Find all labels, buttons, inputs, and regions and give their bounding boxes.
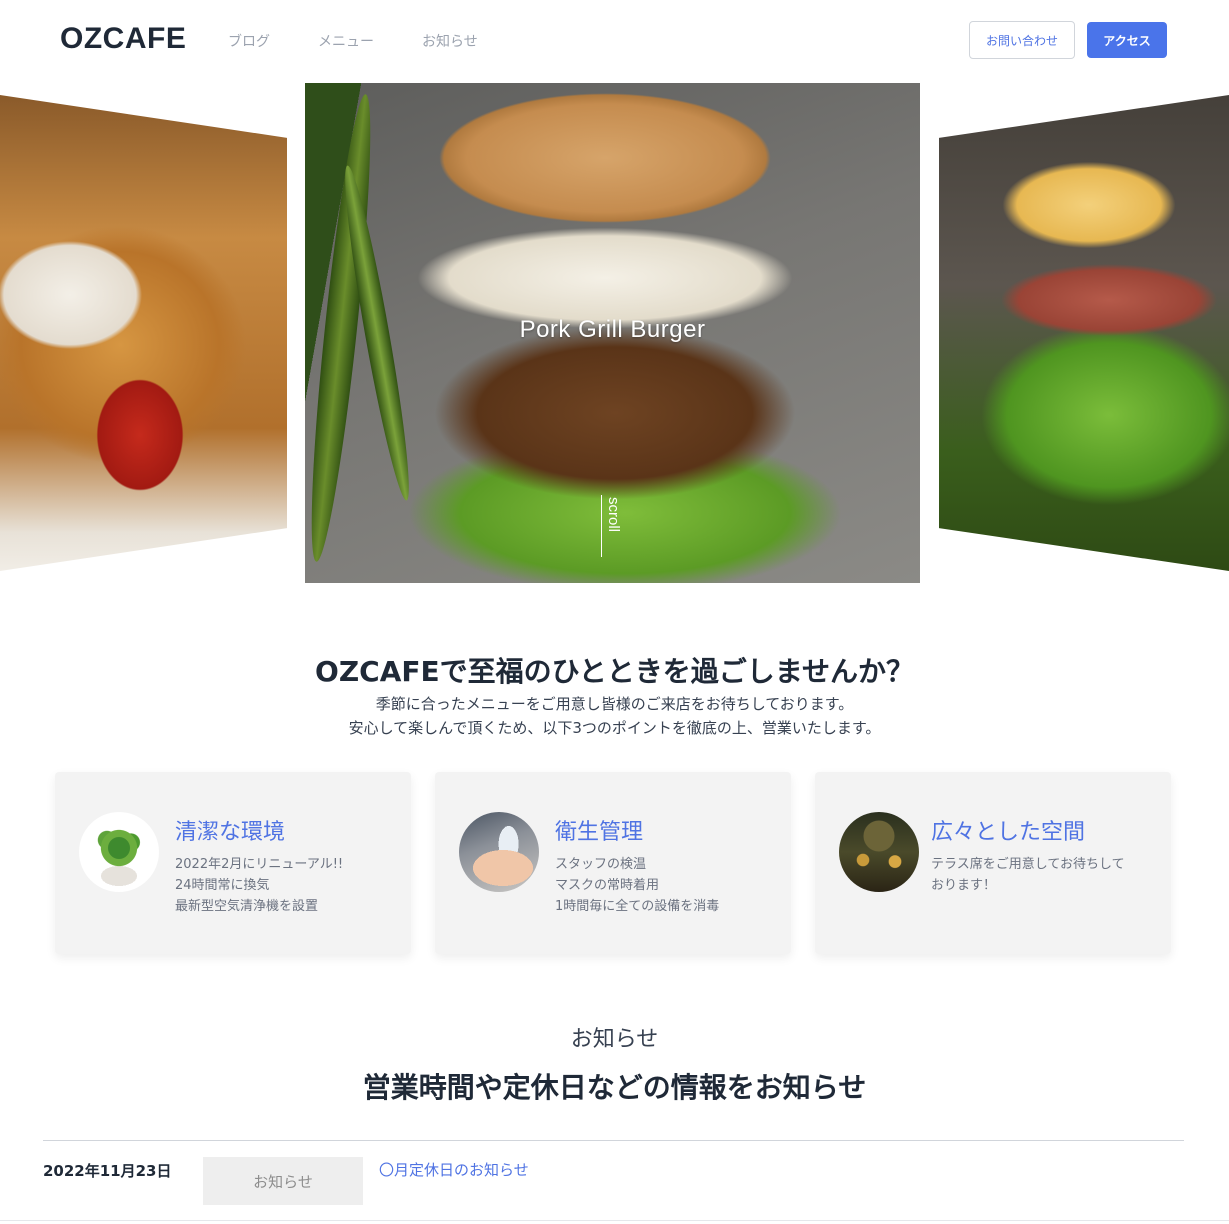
hand-sanitizer-photo-icon (459, 812, 539, 892)
news-section-heading: 営業時間や定休日などの情報をお知らせ (362, 1071, 867, 1104)
divider (0, 1220, 1229, 1221)
card-line: 2022年2月にリニューアル!! (175, 857, 344, 872)
scroll-indicator[interactable]: scroll (598, 495, 628, 565)
news-category-badge[interactable]: お知らせ (203, 1157, 363, 1205)
card-line: おります！ (931, 878, 997, 893)
card-line: マスクの常時着用 (555, 878, 660, 893)
carousel-slide-active[interactable]: Pork Grill Burger scroll (300, 83, 920, 583)
feature-card-space: 広々とした空間 テラス席をご用意してお待ちして おります！ (815, 772, 1171, 954)
feature-card-clean: 清潔な環境 2022年2月にリニューアル!! 24時間常に換気 最新型空気清浄機… (55, 772, 411, 954)
card-line: 24時間常に換気 (175, 878, 270, 893)
card-line: スタッフの検温 (555, 857, 647, 872)
news-date: 2022年11月23日 (43, 1162, 172, 1180)
main-nav: ブログ メニュー お知らせ (228, 31, 526, 51)
card-title: 衛生管理 (555, 820, 644, 845)
scroll-label: scroll (605, 497, 622, 533)
card-description: スタッフの検温 マスクの常時着用 1時間毎に全ての設備を消毒 (555, 854, 719, 917)
feature-card-hygiene: 衛生管理 スタッフの検温 マスクの常時着用 1時間毎に全ての設備を消毒 (435, 772, 791, 954)
site-logo[interactable]: OZCAFE (60, 22, 186, 56)
hero-carousel: Pork Grill Burger scroll (0, 83, 1229, 583)
intro-line: 季節に合ったメニューをご用意し皆様のご来店をお待ちしております。 (375, 695, 854, 713)
card-title: 広々とした空間 (931, 820, 1086, 845)
nav-item-blog[interactable]: ブログ (228, 31, 270, 51)
carousel-slide-prev[interactable] (0, 95, 287, 571)
plant-photo-icon (79, 812, 159, 892)
card-title: 清潔な環境 (175, 820, 286, 845)
news-item-link[interactable]: 〇月定休日のお知らせ (379, 1159, 529, 1180)
terrace-photo-icon (839, 812, 919, 892)
carousel-slide-next[interactable] (939, 95, 1229, 571)
intro-title: OZCAFEで至福のひとときを過ごしませんか？ (315, 655, 914, 688)
slide-title: Pork Grill Burger (519, 316, 706, 343)
contact-button[interactable]: お問い合わせ (969, 21, 1075, 59)
card-description: テラス席をご用意してお待ちして おります！ (931, 854, 1125, 896)
nav-item-menu[interactable]: メニュー (318, 31, 374, 51)
access-button[interactable]: アクセス (1087, 22, 1167, 58)
news-section-label: お知らせ (570, 1027, 659, 1052)
card-line: 1時間毎に全ての設備を消毒 (555, 899, 720, 914)
card-line: 最新型空気清浄機を設置 (175, 899, 319, 914)
site-header: OZCAFE ブログ メニュー お知らせ お問い合わせ アクセス (0, 0, 1229, 80)
nav-item-news[interactable]: お知らせ (422, 31, 478, 51)
scroll-line (601, 495, 602, 557)
card-description: 2022年2月にリニューアル!! 24時間常に換気 最新型空気清浄機を設置 (175, 854, 343, 917)
divider (43, 1140, 1184, 1141)
intro-line: 安心して楽しんで頂くため、以下3つのポイントを徹底の上、営業いたします。 (348, 719, 881, 737)
card-line: テラス席をご用意してお待ちして (931, 857, 1125, 872)
